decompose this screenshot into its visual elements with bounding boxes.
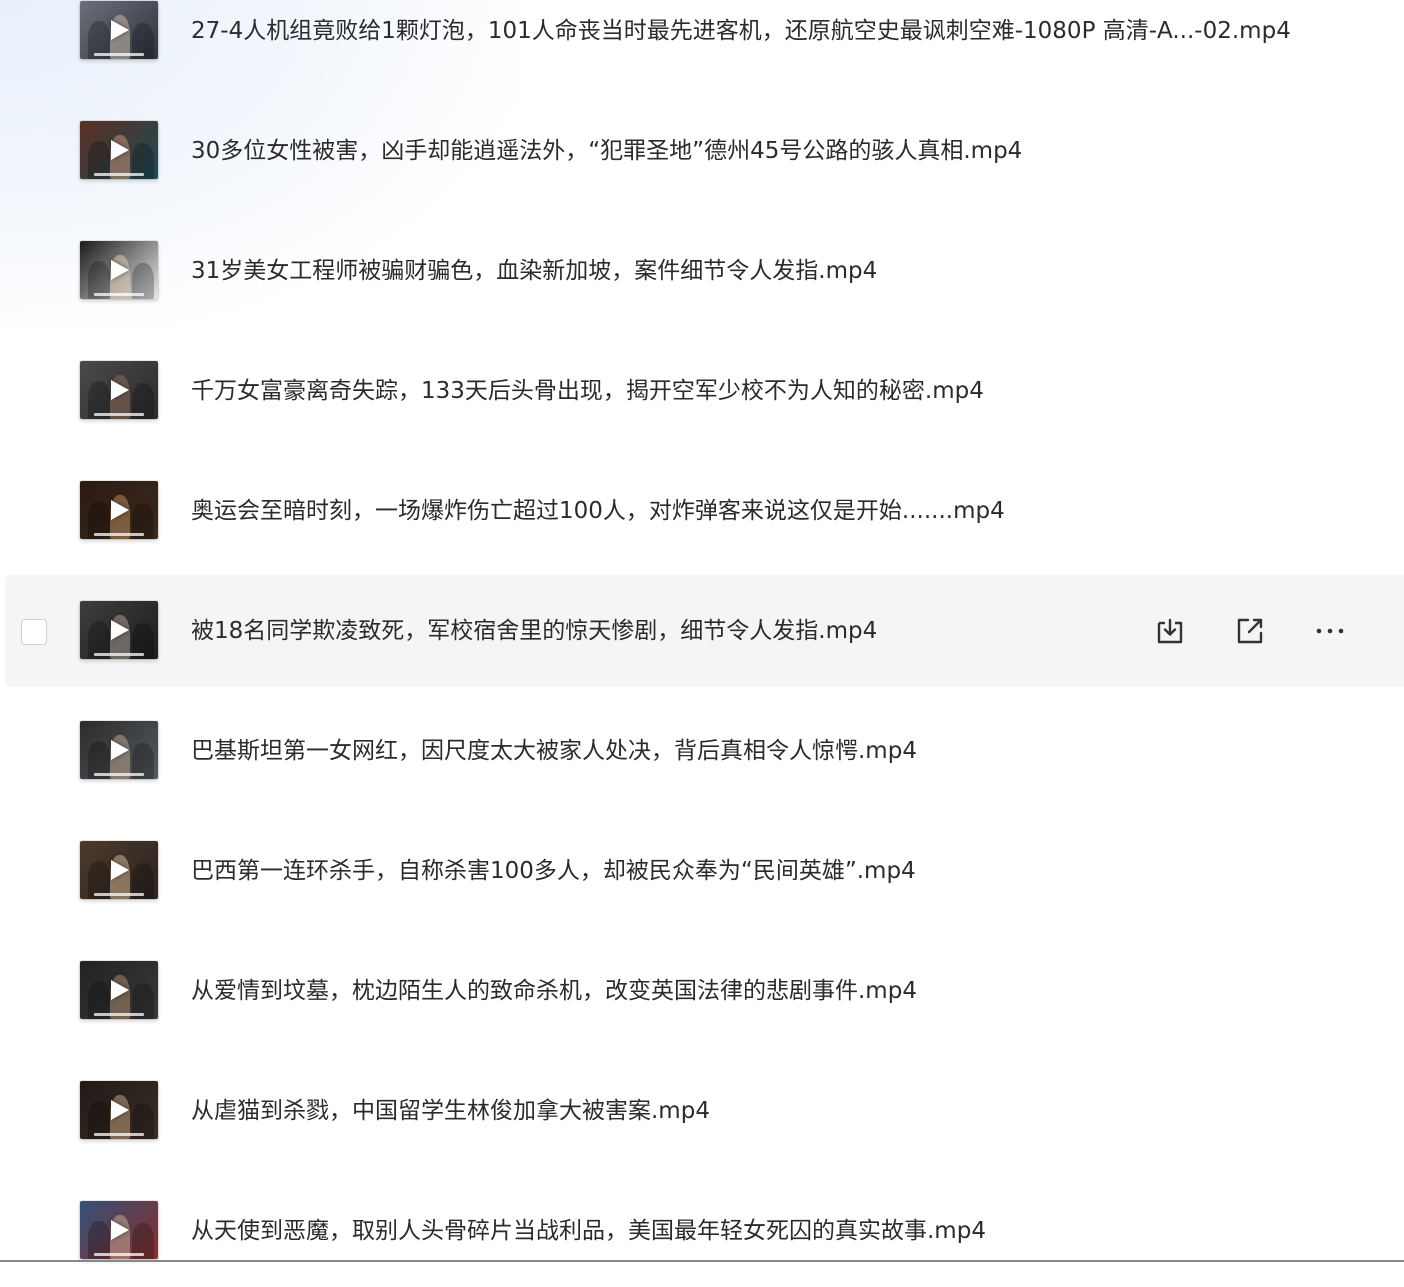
video-thumbnail[interactable] xyxy=(80,481,158,539)
more-button[interactable] xyxy=(1310,611,1350,651)
play-icon xyxy=(111,740,129,760)
file-name[interactable]: 巴西第一连环杀手，自称杀害100多人，却被民众奉为“民间英雄”.mp4 xyxy=(191,856,916,886)
video-thumbnail[interactable] xyxy=(80,1081,158,1139)
video-thumbnail[interactable] xyxy=(80,121,158,179)
video-thumbnail[interactable] xyxy=(80,1,158,59)
more-icon xyxy=(1316,628,1344,634)
thumbnail-subtitle-bar xyxy=(94,1253,144,1256)
file-name[interactable]: 从爱情到坟墓，枕边陌生人的致命杀机，改变英国法律的悲剧事件.mp4 xyxy=(191,976,917,1006)
play-icon xyxy=(111,860,129,880)
thumbnail-subtitle-bar xyxy=(94,1013,144,1016)
file-list: 27-4人机组竟败给1颗灯泡，101人命丧当时最先进客机，还原航空史最讽刺空难-… xyxy=(0,0,1404,1260)
thumbnail-subtitle-bar xyxy=(94,53,144,56)
play-icon xyxy=(111,140,129,160)
play-icon xyxy=(111,980,129,1000)
video-thumbnail[interactable] xyxy=(80,961,158,1019)
video-thumbnail[interactable] xyxy=(80,1201,158,1259)
file-row[interactable]: 巴西第一连环杀手，自称杀害100多人，却被民众奉为“民间英雄”.mp4 xyxy=(5,815,1404,927)
file-name[interactable]: 奥运会至暗时刻，一场爆炸伤亡超过100人，对炸弹客来说这仅是开始.......m… xyxy=(191,496,1005,526)
thumbnail-subtitle-bar xyxy=(94,773,144,776)
file-row[interactable]: 30多位女性被害，凶手却能逍遥法外，“犯罪圣地”德州45号公路的骇人真相.mp4 xyxy=(5,95,1404,207)
file-row[interactable]: 千万女富豪离奇失踪，133天后头骨出现，揭开空军少校不为人知的秘密.mp4 xyxy=(5,335,1404,447)
file-row[interactable]: 从天使到恶魔，取别人头骨碎片当战利品，美国最年轻女死囚的真实故事.mp4 xyxy=(5,1175,1404,1287)
thumbnail-subtitle-bar xyxy=(94,413,144,416)
thumbnail-subtitle-bar xyxy=(94,533,144,536)
file-row[interactable]: 27-4人机组竟败给1颗灯泡，101人命丧当时最先进客机，还原航空史最讽刺空难-… xyxy=(5,0,1404,87)
play-icon xyxy=(111,380,129,400)
video-thumbnail[interactable] xyxy=(80,721,158,779)
play-icon xyxy=(111,500,129,520)
file-name[interactable]: 27-4人机组竟败给1颗灯泡，101人命丧当时最先进客机，还原航空史最讽刺空难-… xyxy=(191,16,1291,46)
row-checkbox[interactable] xyxy=(21,619,47,645)
file-name[interactable]: 巴基斯坦第一女网红，因尺度太大被家人处决，背后真相令人惊愕.mp4 xyxy=(191,736,917,766)
play-icon xyxy=(111,260,129,280)
file-row[interactable]: 31岁美女工程师被骗财骗色，血染新加坡，案件细节令人发指.mp4 xyxy=(5,215,1404,327)
file-name[interactable]: 从天使到恶魔，取别人头骨碎片当战利品，美国最年轻女死囚的真实故事.mp4 xyxy=(191,1216,986,1246)
file-name[interactable]: 30多位女性被害，凶手却能逍遥法外，“犯罪圣地”德州45号公路的骇人真相.mp4 xyxy=(191,136,1022,166)
file-row[interactable]: 巴基斯坦第一女网红，因尺度太大被家人处决，背后真相令人惊愕.mp4 xyxy=(5,695,1404,807)
file-row[interactable]: 奥运会至暗时刻，一场爆炸伤亡超过100人，对炸弹客来说这仅是开始.......m… xyxy=(5,455,1404,567)
thumbnail-subtitle-bar xyxy=(94,173,144,176)
thumbnail-subtitle-bar xyxy=(94,893,144,896)
play-icon xyxy=(111,1220,129,1240)
file-name[interactable]: 千万女富豪离奇失踪，133天后头骨出现，揭开空军少校不为人知的秘密.mp4 xyxy=(191,376,984,406)
file-name[interactable]: 31岁美女工程师被骗财骗色，血染新加坡，案件细节令人发指.mp4 xyxy=(191,256,877,286)
download-button[interactable] xyxy=(1150,611,1190,651)
download-icon xyxy=(1157,618,1183,644)
file-name[interactable]: 从虐猫到杀戮，中国留学生林俊加拿大被害案.mp4 xyxy=(191,1096,710,1126)
video-thumbnail[interactable] xyxy=(80,361,158,419)
play-icon xyxy=(111,20,129,40)
file-row[interactable]: 被18名同学欺凌致死，军校宿舍里的惊天惨剧，细节令人发指.mp4 xyxy=(5,575,1404,687)
thumbnail-subtitle-bar xyxy=(94,1133,144,1136)
thumbnail-subtitle-bar xyxy=(94,293,144,296)
file-name[interactable]: 被18名同学欺凌致死，军校宿舍里的惊天惨剧，细节令人发指.mp4 xyxy=(191,616,877,646)
share-button[interactable] xyxy=(1230,611,1270,651)
video-thumbnail[interactable] xyxy=(80,241,158,299)
share-icon xyxy=(1237,618,1263,644)
play-icon xyxy=(111,1100,129,1120)
video-thumbnail[interactable] xyxy=(80,601,158,659)
video-thumbnail[interactable] xyxy=(80,841,158,899)
play-icon xyxy=(111,620,129,640)
thumbnail-subtitle-bar xyxy=(94,653,144,656)
file-row[interactable]: 从爱情到坟墓，枕边陌生人的致命杀机，改变英国法律的悲剧事件.mp4 xyxy=(5,935,1404,1047)
file-row[interactable]: 从虐猫到杀戮，中国留学生林俊加拿大被害案.mp4 xyxy=(5,1055,1404,1167)
